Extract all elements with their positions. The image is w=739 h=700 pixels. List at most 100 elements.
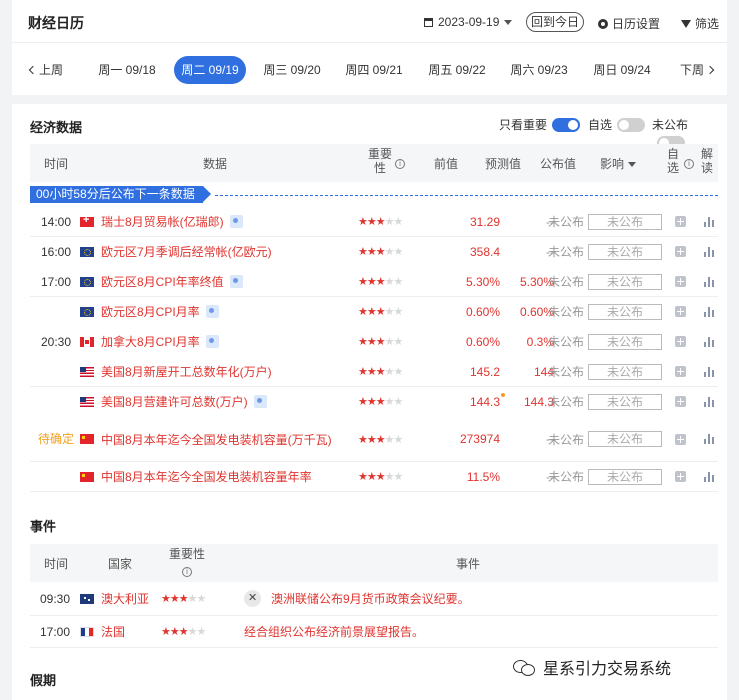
- row-indicator[interactable]: 加拿大8月CPI月率: [80, 327, 350, 356]
- previous-value-text: 144.3: [469, 392, 506, 409]
- star-filled-icon: ★: [358, 396, 368, 408]
- star-empty-icon: ★: [393, 471, 404, 483]
- data-tag-icon[interactable]: [205, 335, 219, 348]
- day-tab-sun[interactable]: 周日 09/24: [586, 56, 658, 84]
- explain-button[interactable]: [704, 387, 718, 416]
- flag-eu-icon: [80, 246, 94, 257]
- explain-button[interactable]: [704, 207, 718, 236]
- day-tab-sat[interactable]: 周六 09/23: [503, 56, 575, 84]
- data-tag-icon[interactable]: [205, 305, 219, 318]
- economic-row[interactable]: 美国8月新屋开工总数年化(万户) ★ ★ ★ ★ ★ 145.2 144 未公布 未公布: [30, 357, 718, 387]
- bar-chart-icon: [704, 396, 714, 407]
- impact-box: 未公布: [588, 393, 662, 410]
- chevron-left-icon: [28, 65, 38, 75]
- row-indicator[interactable]: 欧元区7月季调后经常帐(亿欧元): [80, 237, 350, 266]
- important-only-toggle[interactable]: 只看重要: [499, 116, 581, 134]
- important-only-label: 只看重要: [499, 118, 548, 132]
- row-indicator[interactable]: 欧元区8月CPI月率: [80, 297, 350, 326]
- explain-button[interactable]: [704, 357, 718, 386]
- data-tag-icon[interactable]: [229, 215, 243, 228]
- importance-info-icon[interactable]: i: [393, 155, 405, 169]
- col-impact-sort[interactable]: 影响: [600, 155, 637, 172]
- row-indicator[interactable]: 瑞士8月贸易帐(亿瑞郎): [80, 207, 350, 236]
- filter-button[interactable]: 筛选: [681, 15, 719, 32]
- back-to-today-button[interactable]: 回到今日: [526, 12, 585, 32]
- important-only-switch[interactable]: [552, 118, 581, 132]
- event-description[interactable]: 澳洲联储公布9月货币政策会议纪要。: [244, 582, 470, 615]
- star-filled-icon: ★: [161, 626, 171, 638]
- star-empty-icon: ★: [196, 626, 207, 638]
- add-watch-button[interactable]: [675, 207, 689, 236]
- day-tab-wed[interactable]: 周三 09/20: [257, 56, 327, 84]
- explain-button[interactable]: [704, 417, 718, 461]
- explain-button[interactable]: [704, 237, 718, 266]
- star-filled-icon: ★: [178, 626, 189, 638]
- data-tag-icon[interactable]: [229, 275, 243, 288]
- day-tab-tue[interactable]: 周二 09/19: [174, 56, 246, 84]
- previous-value-text: 145.2: [469, 364, 500, 379]
- add-watch-button[interactable]: [675, 267, 689, 296]
- indicator-name: 瑞士8月贸易帐(亿瑞郎): [101, 215, 224, 229]
- event-row[interactable]: 09:30 澳大利亚 ★★★★★ 澳洲联储公布9月货币政策会议纪要。: [30, 582, 718, 616]
- calendar-settings-button[interactable]: 日历设置: [598, 15, 660, 32]
- row-indicator[interactable]: 欧元区8月CPI年率终值: [80, 267, 350, 296]
- impact-box: 未公布: [588, 243, 662, 260]
- watch-info-icon[interactable]: i: [682, 155, 694, 169]
- economic-row[interactable]: 20:30 加拿大8月CPI月率 ★ ★ ★ ★ ★ 0.60% 0.3% 未公布 未公…: [30, 327, 718, 357]
- ev-importance-info-icon[interactable]: i: [180, 563, 192, 577]
- event-row[interactable]: 17:00 法国 ★ ★ ★ ★ ★ 经合组织公布经济前景展望报告。: [30, 616, 718, 648]
- star-filled-icon: ★: [366, 246, 377, 258]
- chevron-down-icon: [628, 162, 637, 167]
- plus-icon: [675, 433, 686, 445]
- explain-button[interactable]: [704, 267, 718, 296]
- economic-row[interactable]: 16:00 欧元区7月季调后经常帐(亿欧元) ★ ★ ★ ★ ★ 358.4 -- 未公…: [30, 237, 718, 267]
- data-tag-icon[interactable]: [253, 395, 267, 408]
- star-empty-icon: ★: [393, 336, 404, 348]
- economic-row[interactable]: 待确定 中国8月本年迄今全国发电装机容量(万千瓦) ★ ★ ★ ★ ★ 273974 -…: [30, 417, 718, 462]
- day-tab-fri[interactable]: 周五 09/22: [421, 56, 493, 84]
- event-text: 经合组织公布经济前景展望报告。: [244, 625, 425, 639]
- calendar-content-card: 经济数据 只看重要 自选 未公布 时间 数据 重要性 i 前值 预测值 公布值 …: [12, 104, 727, 700]
- star-filled-icon: ★: [375, 366, 386, 378]
- row-indicator[interactable]: 中国8月本年迄今全国发电装机容量年率: [80, 462, 350, 491]
- day-tab-thu[interactable]: 周四 09/21: [339, 56, 409, 84]
- prev-week-button[interactable]: 上周: [28, 56, 63, 84]
- impact-box: 未公布: [588, 363, 662, 380]
- economic-row[interactable]: 欧元区8月CPI月率 ★ ★ ★ ★ ★ 0.60% 0.60% 未公布 未公布: [30, 297, 718, 327]
- star-filled-icon: ★: [358, 336, 368, 348]
- add-watch-button[interactable]: [675, 327, 689, 356]
- add-watch-button[interactable]: [675, 417, 689, 461]
- add-watch-button[interactable]: [675, 357, 689, 386]
- star-empty-icon: ★: [393, 306, 404, 318]
- star-filled-icon: ★: [358, 216, 368, 228]
- explain-button[interactable]: [704, 327, 718, 356]
- event-description[interactable]: 经合组织公布经济前景展望报告。: [244, 616, 424, 647]
- add-watch-button[interactable]: [675, 387, 689, 416]
- row-indicator[interactable]: 美国8月新屋开工总数年化(万户): [80, 357, 350, 386]
- economic-row[interactable]: 中国8月本年迄今全国发电装机容量年率 ★ ★ ★ ★ ★ 11.5% -- 未公布 未公…: [30, 462, 718, 492]
- row-time: 16:00: [40, 244, 72, 259]
- impact-box: 未公布: [588, 333, 662, 350]
- next-week-button[interactable]: 下周: [680, 56, 715, 84]
- impact-cell: 未公布: [588, 417, 663, 461]
- economic-row[interactable]: 17:00 欧元区8月CPI年率终值 ★ ★ ★ ★ ★ 5.30% 5.30% 未公布…: [30, 267, 718, 297]
- importance-stars: ★ ★ ★ ★ ★: [358, 207, 420, 236]
- economic-row[interactable]: 美国8月营建许可总数(万户) ★ ★ ★ ★ ★ 144.3 144.3 未公布 未公布: [30, 387, 718, 417]
- add-watch-button[interactable]: [675, 237, 689, 266]
- event-country: 澳大利亚: [80, 582, 149, 615]
- add-watch-button[interactable]: [675, 297, 689, 326]
- star-empty-icon: ★: [393, 276, 404, 288]
- row-indicator[interactable]: 美国8月营建许可总数(万户): [80, 387, 350, 416]
- date-picker[interactable]: 2023-09-19: [424, 15, 513, 29]
- explain-button[interactable]: [704, 462, 718, 491]
- watchlist-toggle[interactable]: 自选: [588, 116, 646, 134]
- add-watch-button[interactable]: [675, 462, 689, 491]
- day-tab-mon[interactable]: 周一 09/18: [92, 56, 162, 84]
- explain-button[interactable]: [704, 297, 718, 326]
- impact-box: 未公布: [588, 431, 662, 447]
- flag-cn-icon: [80, 434, 94, 444]
- row-indicator[interactable]: 中国8月本年迄今全国发电装机容量(万千瓦): [80, 417, 350, 461]
- economic-row[interactable]: 14:00 瑞士8月贸易帐(亿瑞郎) ★★★★★ 31.29 -- 未公布 未公…: [30, 207, 718, 237]
- watchlist-switch[interactable]: [617, 118, 646, 132]
- plus-icon: [675, 336, 686, 347]
